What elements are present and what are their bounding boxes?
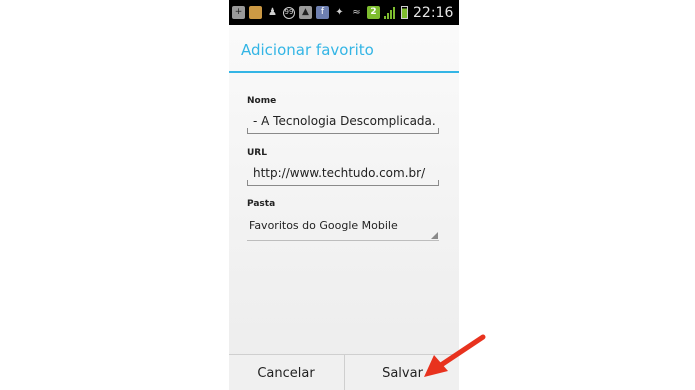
folder-value: Favoritos do Google Mobile <box>249 219 398 232</box>
cancel-button[interactable]: Cancelar <box>229 355 343 390</box>
status-bar: + ♟ 99 ▲ f ✦ ≈ 2 22:16 <box>229 0 459 25</box>
battery-icon <box>401 6 408 19</box>
signal-icon <box>384 7 395 19</box>
phone-screen: + ♟ 99 ▲ f ✦ ≈ 2 22:16 Adicionar favorit… <box>229 0 459 390</box>
wifi-icon: ≈ <box>352 7 361 18</box>
field-edge <box>247 180 248 185</box>
url-value: http://www.techtudo.com.br/ <box>253 166 426 180</box>
dropdown-corner-icon <box>431 232 438 239</box>
name-value: - A Tecnologia Descomplicada. <box>253 114 436 128</box>
name-label: Nome <box>247 96 277 106</box>
field-edge <box>247 128 248 133</box>
name-field[interactable]: - A Tecnologia Descomplicada. <box>247 110 439 134</box>
add-icon: + <box>232 6 245 19</box>
title-divider <box>229 71 459 73</box>
field-edge <box>438 128 439 133</box>
facebook-icon: f <box>316 6 329 19</box>
twitter-icon: ✦ <box>335 7 344 18</box>
folder-select[interactable]: Favoritos do Google Mobile <box>247 217 439 241</box>
image-icon: ▲ <box>299 6 312 19</box>
contact-icon: ♟ <box>268 7 277 18</box>
dialog-title: Adicionar favorito <box>241 41 374 59</box>
annotation-arrow-icon <box>424 334 486 377</box>
folder-label: Pasta <box>247 199 276 209</box>
notification-99-icon: 99 <box>283 6 295 19</box>
url-label: URL <box>247 148 267 158</box>
calendar-icon: 2 <box>367 6 380 19</box>
field-edge <box>438 180 439 185</box>
clock: 22:16 <box>413 4 454 21</box>
url-field[interactable]: http://www.techtudo.com.br/ <box>247 162 439 186</box>
app-icon <box>249 6 262 19</box>
